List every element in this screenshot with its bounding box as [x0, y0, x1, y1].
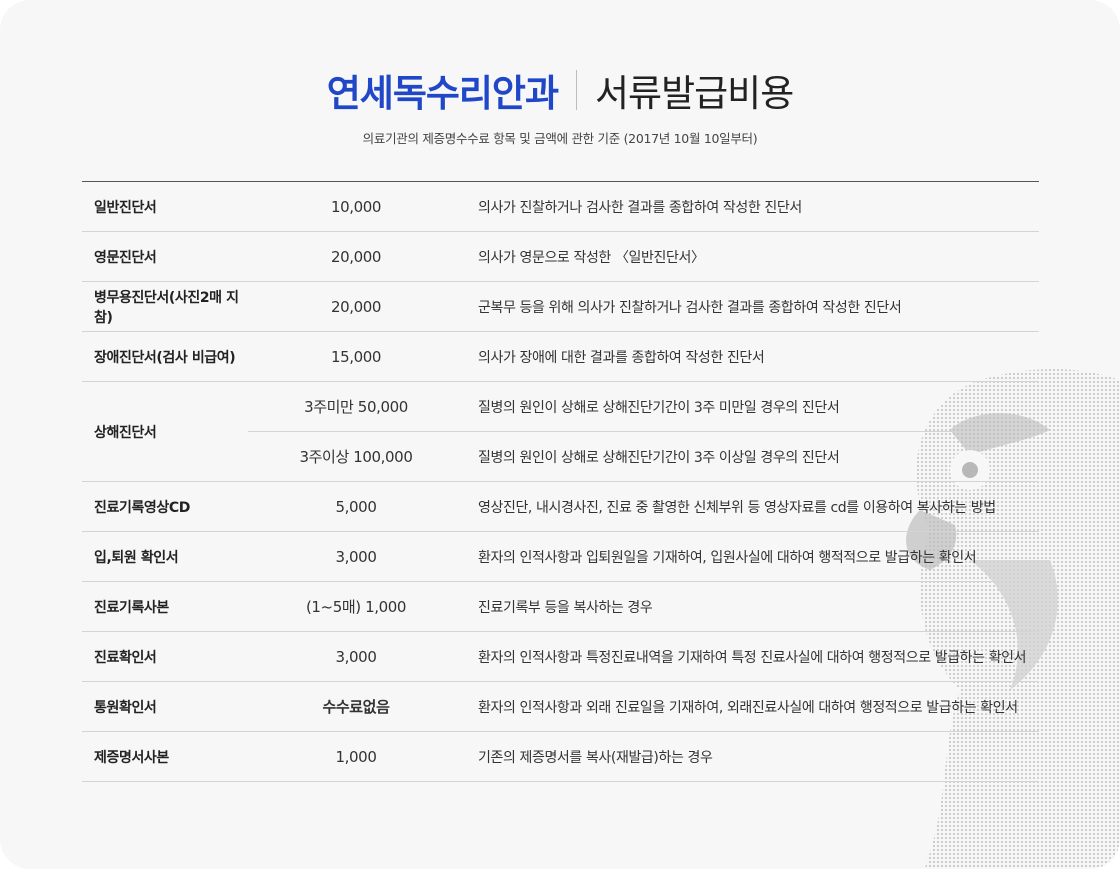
row-fee: 수수료없음 [248, 681, 464, 732]
table-row: 진료기록사본 (1~5매) 1,000 진료기록부 등을 복사하는 경우 [82, 581, 1039, 632]
title-divider [576, 70, 578, 110]
row-description: 의사가 장애에 대한 결과를 종합하여 작성한 진단서 [464, 331, 1039, 382]
row-description: 의사가 진찰하거나 검사한 결과를 종합하여 작성한 진단서 [464, 181, 1039, 232]
row-name: 진료확인서 [82, 631, 248, 682]
row-fee: 20,000 [248, 281, 464, 332]
table-row: 입,퇴원 확인서 3,000 환자의 인적사항과 입퇴원일을 기재하여, 입원사… [82, 531, 1039, 582]
row-description: 질병의 원인이 상해로 상해진단기간이 3주 미만일 경우의 진단서 [464, 381, 1039, 432]
table-row: 장애진단서(검사 비급여) 15,000 의사가 장애에 대한 결과를 종합하여… [82, 331, 1039, 382]
row-name: 통원확인서 [82, 681, 248, 732]
row-fee: 15,000 [248, 331, 464, 382]
page-subtitle: 의료기관의 제증명수수료 항목 및 금액에 관한 기준 (2017년 10월 1… [362, 131, 758, 146]
row-description: 영상진단, 내시경사진, 진료 중 촬영한 신체부위 등 영상자료를 cd를 이… [464, 481, 1039, 532]
hospital-name: 연세독수리안과 [326, 72, 559, 115]
fee-table: 일반진단서 10,000 의사가 진찰하거나 검사한 결과를 종합하여 작성한 … [82, 181, 1039, 782]
row-description: 질병의 원인이 상해로 상해진단기간이 3주 이상일 경우의 진단서 [464, 431, 1039, 482]
row-fee: (1~5매) 1,000 [248, 581, 464, 632]
row-name: 장애진단서(검사 비급여) [82, 331, 248, 382]
row-name: 영문진단서 [82, 231, 248, 282]
row-fee: 5,000 [248, 481, 464, 532]
row-name: 입,퇴원 확인서 [82, 531, 248, 582]
table-row: 일반진단서 10,000 의사가 진찰하거나 검사한 결과를 종합하여 작성한 … [82, 181, 1039, 232]
table-row: 통원확인서 수수료없음 환자의 인적사항과 외래 진료일을 기재하여, 외래진료… [82, 681, 1039, 732]
row-description: 환자의 인적사항과 외래 진료일을 기재하여, 외래진료사실에 대하여 행정적으… [464, 681, 1039, 732]
row-description: 환자의 인적사항과 입퇴원일을 기재하여, 입원사실에 대하여 행적적으로 발급… [464, 531, 1039, 582]
row-fee: 3주미만 50,000 [248, 381, 464, 432]
row-fee: 1,000 [248, 731, 464, 782]
row-description: 환자의 인적사항과 특정진료내역을 기재하여 특정 진료사실에 대하여 행정적으… [464, 631, 1039, 682]
row-name: 상해진단서 [82, 381, 248, 482]
table-row: 진료확인서 3,000 환자의 인적사항과 특정진료내역을 기재하여 특정 진료… [82, 631, 1039, 682]
page-title: 서류발급비용 [595, 72, 794, 115]
table-row: 제증명서사본 1,000 기존의 제증명서를 복사(재발급)하는 경우 [82, 731, 1039, 782]
row-description: 진료기록부 등을 복사하는 경우 [464, 581, 1039, 632]
table-row: 영문진단서 20,000 의사가 영문으로 작성한 〈일반진단서〉 [82, 231, 1039, 282]
row-name: 진료기록사본 [82, 581, 248, 632]
row-fee: 20,000 [248, 231, 464, 282]
row-fee: 3,000 [248, 631, 464, 682]
fee-card: 연세독수리안과 서류발급비용 의료기관의 제증명수수료 항목 및 금액에 관한 … [0, 0, 1120, 869]
title-row: 연세독수리안과 서류발급비용 [0, 62, 1120, 118]
row-name: 제증명서사본 [82, 731, 248, 782]
row-description: 군복무 등을 위해 의사가 진찰하거나 검사한 결과를 종합하여 작성한 진단서 [464, 281, 1039, 332]
table-row: 상해진단서 3주미만 50,000 질병의 원인이 상해로 상해진단기간이 3주… [82, 381, 1039, 482]
row-description: 기존의 제증명서를 복사(재발급)하는 경우 [464, 731, 1039, 782]
row-fee: 3,000 [248, 531, 464, 582]
row-description: 의사가 영문으로 작성한 〈일반진단서〉 [464, 231, 1039, 282]
row-fee: 3주이상 100,000 [248, 431, 464, 482]
table-row: 진료기록영상CD 5,000 영상진단, 내시경사진, 진료 중 촬영한 신체부… [82, 481, 1039, 532]
row-fee: 10,000 [248, 181, 464, 232]
row-name: 진료기록영상CD [82, 481, 248, 532]
row-name: 일반진단서 [82, 181, 248, 232]
row-name: 병무용진단서(사진2매 지참) [82, 281, 248, 332]
page-header: 연세독수리안과 서류발급비용 의료기관의 제증명수수료 항목 및 금액에 관한 … [0, 62, 1120, 147]
table-row: 병무용진단서(사진2매 지참) 20,000 군복무 등을 위해 의사가 진찰하… [82, 281, 1039, 332]
